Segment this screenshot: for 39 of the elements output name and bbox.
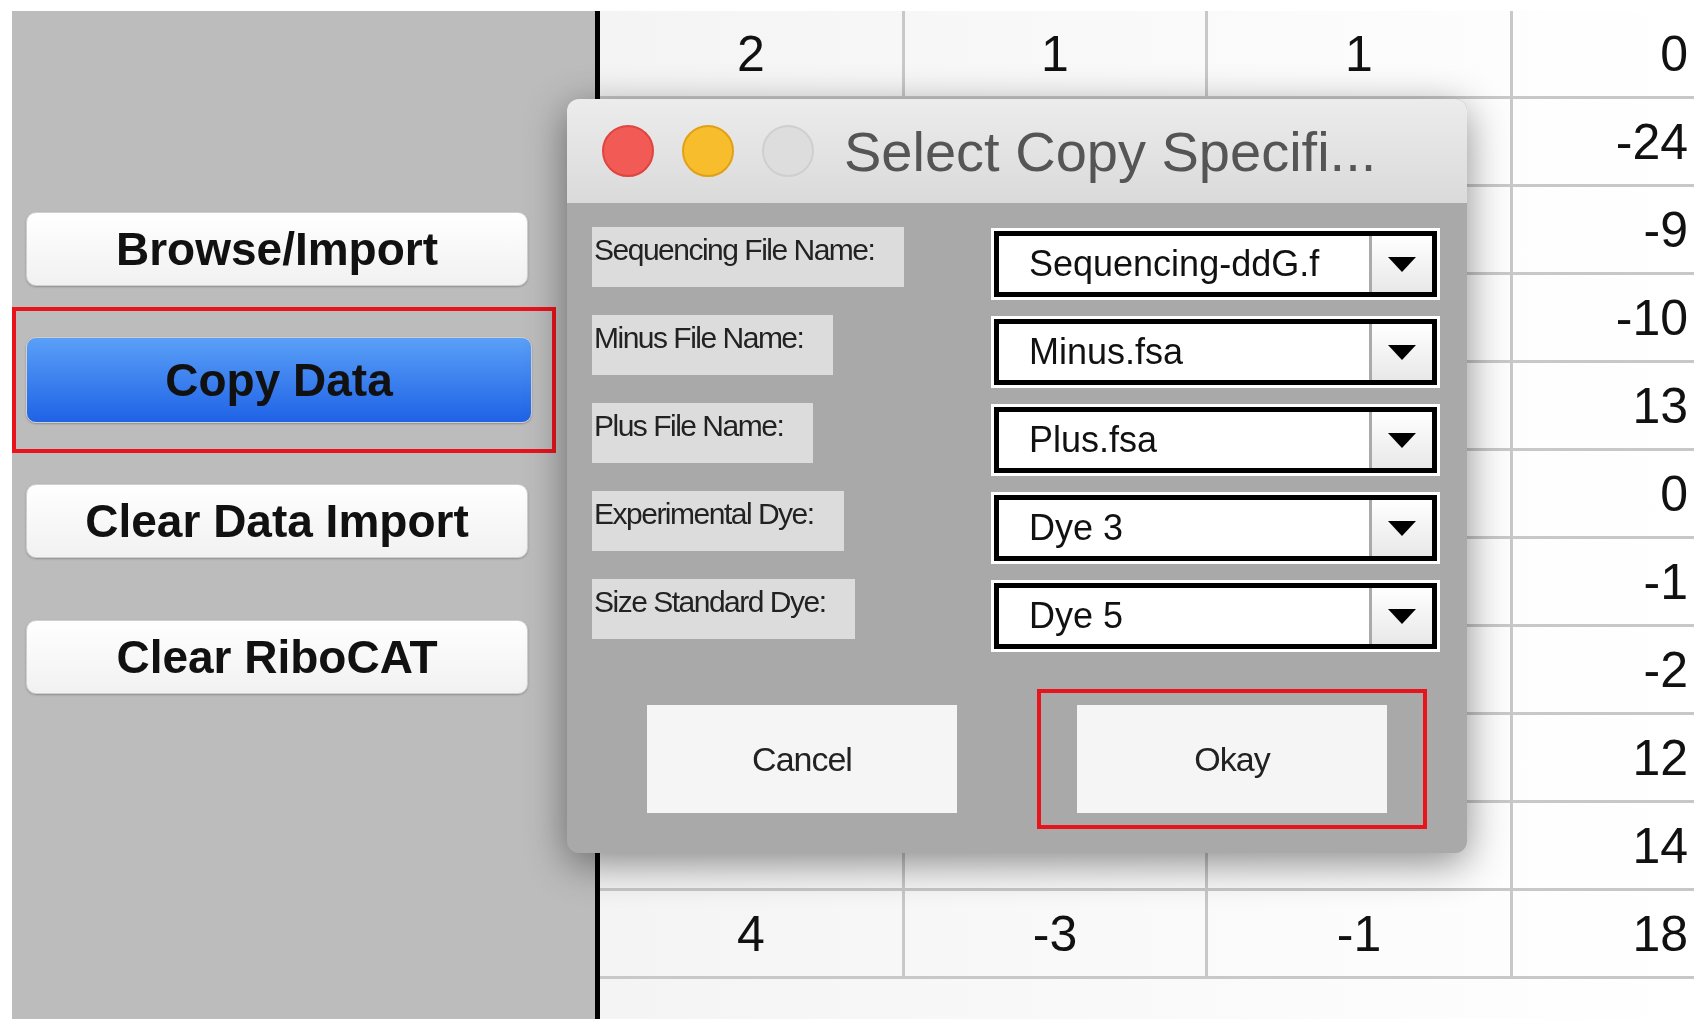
table-cell: 4 (600, 891, 905, 979)
dialog-title: Select Copy Specifi... (844, 118, 1377, 184)
dialog-button[interactable]: Cancel (647, 705, 957, 813)
table-cell: -9 (1513, 187, 1694, 275)
sidebar-button[interactable]: Copy Data (26, 337, 532, 423)
minimize-icon[interactable] (682, 125, 734, 177)
table-cell: 13 (1513, 363, 1694, 451)
dropdown-field[interactable]: Minus.fsa (994, 319, 1437, 385)
table-cell: -2 (1513, 627, 1694, 715)
caret-icon (1388, 344, 1416, 360)
table-cell: -10 (1513, 275, 1694, 363)
field-label: Size Standard Dye: (592, 579, 856, 639)
caret-icon (1388, 608, 1416, 624)
caret-icon (1388, 520, 1416, 536)
caret-icon (1388, 432, 1416, 448)
table-cell: 18 (1513, 891, 1694, 979)
dropdown-field[interactable]: Plus.fsa (994, 407, 1437, 473)
table-cell: -1 (1513, 539, 1694, 627)
sidebar-button[interactable]: Browse/Import (26, 212, 528, 286)
field-label: Experimental Dye: (592, 491, 844, 551)
dialog-button[interactable]: Okay (1077, 705, 1387, 813)
table-cell: -3 (905, 891, 1208, 979)
field-label: Sequencing File Name: (592, 227, 905, 287)
dropdown-field[interactable]: Sequencing-ddG.f (994, 231, 1437, 297)
close-icon[interactable] (602, 125, 654, 177)
table-cell: 12 (1513, 715, 1694, 803)
table-cell: -1 (1208, 891, 1513, 979)
dropdown-field[interactable]: Dye 5 (994, 583, 1437, 649)
table-cell: 0 (1513, 11, 1694, 99)
sidebar-button[interactable]: Clear RiboCAT (26, 620, 528, 694)
table-cell: 0 (1513, 451, 1694, 539)
table-cell: -24 (1513, 99, 1694, 187)
caret-icon (1388, 256, 1416, 272)
zoom-icon (762, 125, 814, 177)
dropdown-field[interactable]: Dye 3 (994, 495, 1437, 561)
sidebar-button[interactable]: Clear Data Import (26, 484, 528, 558)
field-label: Plus File Name: (592, 403, 814, 463)
table-cell: 14 (1513, 803, 1694, 891)
field-label: Minus File Name: (592, 315, 834, 375)
